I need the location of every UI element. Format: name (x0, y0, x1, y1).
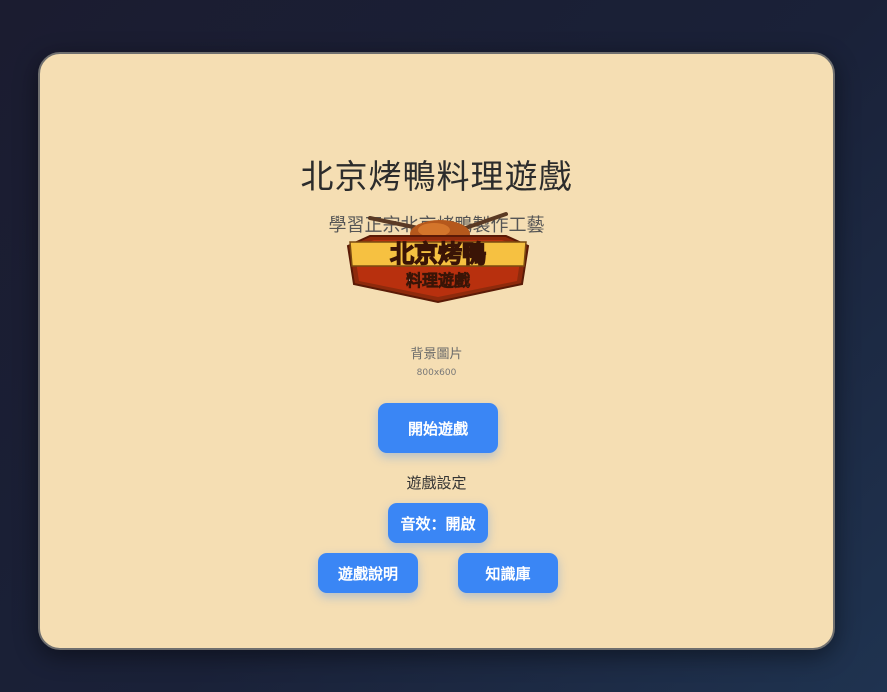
knowledge-base-button[interactable]: 知識庫 (458, 553, 558, 593)
sound-toggle-button[interactable]: 音效：開啟 (388, 503, 488, 543)
background-image-placeholder-label: 背景圖片 (410, 347, 463, 362)
game-title: 北京烤鴨料理遊戲 (300, 157, 573, 196)
logo-text-sub: 料理遊戲 (406, 271, 471, 290)
game-instructions-button[interactable]: 遊戲說明 (318, 553, 418, 593)
start-game-button[interactable]: 開始遊戲 (378, 403, 498, 453)
background-image-size-label: 800x600 (416, 368, 457, 378)
game-logo: 北京烤鴨 料理遊戲 (346, 212, 530, 304)
logo-text-main: 北京烤鴨 (390, 240, 486, 268)
game-settings-heading: 遊戲設定 (406, 474, 467, 492)
game-menu-panel: 北京烤鴨料理遊戲 學習正宗北京烤鴨製作工藝 北京烤鴨 料理遊戲 背景圖片 800… (38, 52, 835, 650)
